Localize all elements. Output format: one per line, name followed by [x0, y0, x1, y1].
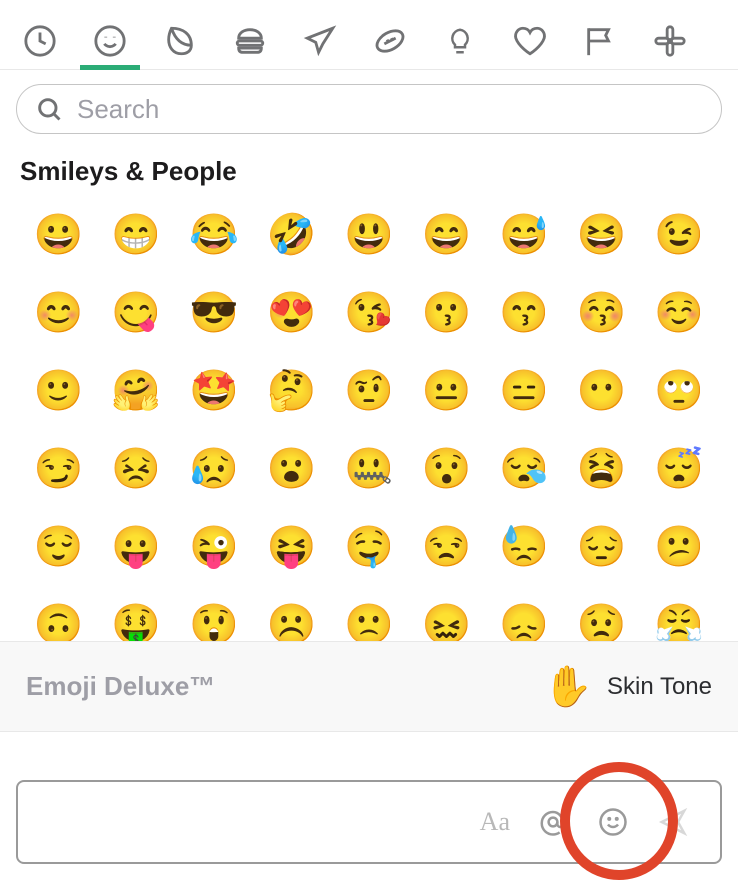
emoji-picker: Smileys & People 😀 😁 😂 🤣 😃 😄 😅 😆 😉 😊 😋 😎 😍 😘 😗 😙 😚 ☺️ 🙂 🤗 🤩 🤔…: [0, 0, 738, 732]
emoji-cell[interactable]: 😁: [106, 205, 166, 265]
emoji-cell[interactable]: 🤐: [339, 439, 399, 499]
emoji-scroll-area[interactable]: 😀 😁 😂 🤣 😃 😄 😅 😆 😉 😊 😋 😎 😍 😘 😗 😙 😚 ☺️ 🙂 🤗 🤩 🤔 🤨 😐 😑 😶 🙄 😏 😣 😥 😮 🤐 😯 😪 😫 😴 😌 😛 😜…: [0, 201, 738, 641]
emoji-cell[interactable]: 😥: [184, 439, 244, 499]
emoji-cell[interactable]: 😮: [261, 439, 321, 499]
tab-recent[interactable]: [20, 13, 60, 69]
burger-icon: [233, 24, 267, 58]
footer-title: Emoji Deluxe™: [26, 671, 215, 702]
emoji-cell[interactable]: 😕: [649, 517, 709, 577]
search-icon: [35, 95, 63, 123]
emoji-cell[interactable]: 😞: [494, 595, 554, 641]
hand-icon: ✋: [543, 667, 593, 707]
send-icon: [658, 807, 688, 837]
emoji-cell[interactable]: 😚: [572, 283, 632, 343]
emoji-cell[interactable]: 😓: [494, 517, 554, 577]
slack-icon: [653, 24, 687, 58]
emoji-cell[interactable]: 😙: [494, 283, 554, 343]
tab-nature[interactable]: [160, 13, 200, 69]
emoji-button[interactable]: [596, 805, 630, 839]
tab-travel[interactable]: [300, 13, 340, 69]
emoji-cell[interactable]: 😛: [106, 517, 166, 577]
emoji-cell[interactable]: 🙁: [339, 595, 399, 641]
tab-flags[interactable]: [580, 13, 620, 69]
picker-footer: Emoji Deluxe™ ✋ Skin Tone: [0, 641, 738, 731]
emoji-cell[interactable]: 🤗: [106, 361, 166, 421]
emoji-cell[interactable]: 😅: [494, 205, 554, 265]
heart-icon: [513, 24, 547, 58]
emoji-cell[interactable]: 😒: [417, 517, 477, 577]
emoji-cell[interactable]: ☺️: [649, 283, 709, 343]
emoji-cell[interactable]: 😶: [572, 361, 632, 421]
emoji-cell[interactable]: 😴: [649, 439, 709, 499]
tab-objects[interactable]: [440, 13, 480, 69]
search-input[interactable]: [77, 94, 703, 125]
skin-tone-label: Skin Tone: [607, 673, 712, 701]
section-title: Smileys & People: [0, 142, 738, 201]
tab-sports[interactable]: [370, 13, 410, 69]
emoji-cell[interactable]: 🤩: [184, 361, 244, 421]
emoji-cell[interactable]: 😋: [106, 283, 166, 343]
emoji-cell[interactable]: 😄: [417, 205, 477, 265]
emoji-cell[interactable]: 😝: [261, 517, 321, 577]
emoji-cell[interactable]: 😗: [417, 283, 477, 343]
emoji-cell[interactable]: 🙃: [29, 595, 89, 641]
smiley-icon: [93, 24, 127, 58]
search-container: [0, 70, 738, 142]
tab-smileys[interactable]: [90, 13, 130, 69]
category-tabs: [0, 0, 738, 70]
emoji-cell[interactable]: ☹️: [261, 595, 321, 641]
smiley-icon: [598, 807, 628, 837]
emoji-cell[interactable]: 😣: [106, 439, 166, 499]
leaf-icon: [163, 24, 197, 58]
emoji-cell[interactable]: 🤑: [106, 595, 166, 641]
emoji-cell[interactable]: 😎: [184, 283, 244, 343]
emoji-cell[interactable]: 😐: [417, 361, 477, 421]
emoji-cell[interactable]: 😪: [494, 439, 554, 499]
emoji-cell[interactable]: 😑: [494, 361, 554, 421]
tab-food[interactable]: [230, 13, 270, 69]
emoji-cell[interactable]: 😫: [572, 439, 632, 499]
emoji-cell[interactable]: 😆: [572, 205, 632, 265]
emoji-cell[interactable]: 😤: [649, 595, 709, 641]
emoji-cell[interactable]: 🙄: [649, 361, 709, 421]
emoji-cell[interactable]: 😉: [649, 205, 709, 265]
flag-icon: [583, 24, 617, 58]
emoji-cell[interactable]: 😍: [261, 283, 321, 343]
format-button[interactable]: Aa: [480, 807, 510, 837]
bulb-icon: [445, 24, 475, 58]
emoji-cell[interactable]: 😖: [417, 595, 477, 641]
emoji-cell[interactable]: 😏: [29, 439, 89, 499]
skin-tone-selector[interactable]: ✋ Skin Tone: [543, 667, 712, 707]
send-button[interactable]: [656, 805, 690, 839]
emoji-cell[interactable]: 😂: [184, 205, 244, 265]
emoji-cell[interactable]: 😟: [572, 595, 632, 641]
emoji-grid: 😀 😁 😂 🤣 😃 😄 😅 😆 😉 😊 😋 😎 😍 😘 😗 😙 😚 ☺️ 🙂 🤗 🤩 🤔 🤨 😐 😑 😶 🙄 😏 😣 😥 😮 🤐 😯 😪 😫 😴 😌 😛 😜…: [10, 201, 728, 641]
emoji-cell[interactable]: 😘: [339, 283, 399, 343]
emoji-cell[interactable]: 😌: [29, 517, 89, 577]
mention-button[interactable]: [536, 805, 570, 839]
emoji-cell[interactable]: 😯: [417, 439, 477, 499]
message-input-bar[interactable]: Aa: [16, 780, 722, 864]
emoji-cell[interactable]: 😔: [572, 517, 632, 577]
emoji-cell[interactable]: 😲: [184, 595, 244, 641]
emoji-cell[interactable]: 🤨: [339, 361, 399, 421]
emoji-cell[interactable]: 🤤: [339, 517, 399, 577]
emoji-cell[interactable]: 🤔: [261, 361, 321, 421]
clock-icon: [23, 24, 57, 58]
emoji-cell[interactable]: 🤣: [261, 205, 321, 265]
at-icon: [538, 807, 568, 837]
emoji-cell[interactable]: 😊: [29, 283, 89, 343]
emoji-cell[interactable]: 🙂: [29, 361, 89, 421]
emoji-cell[interactable]: 😜: [184, 517, 244, 577]
emoji-cell[interactable]: 😃: [339, 205, 399, 265]
plane-icon: [303, 24, 337, 58]
tab-slack[interactable]: [650, 13, 690, 69]
tab-symbols[interactable]: [510, 13, 550, 69]
search-field[interactable]: [16, 84, 722, 134]
football-icon: [373, 24, 407, 58]
emoji-cell[interactable]: 😀: [29, 205, 89, 265]
